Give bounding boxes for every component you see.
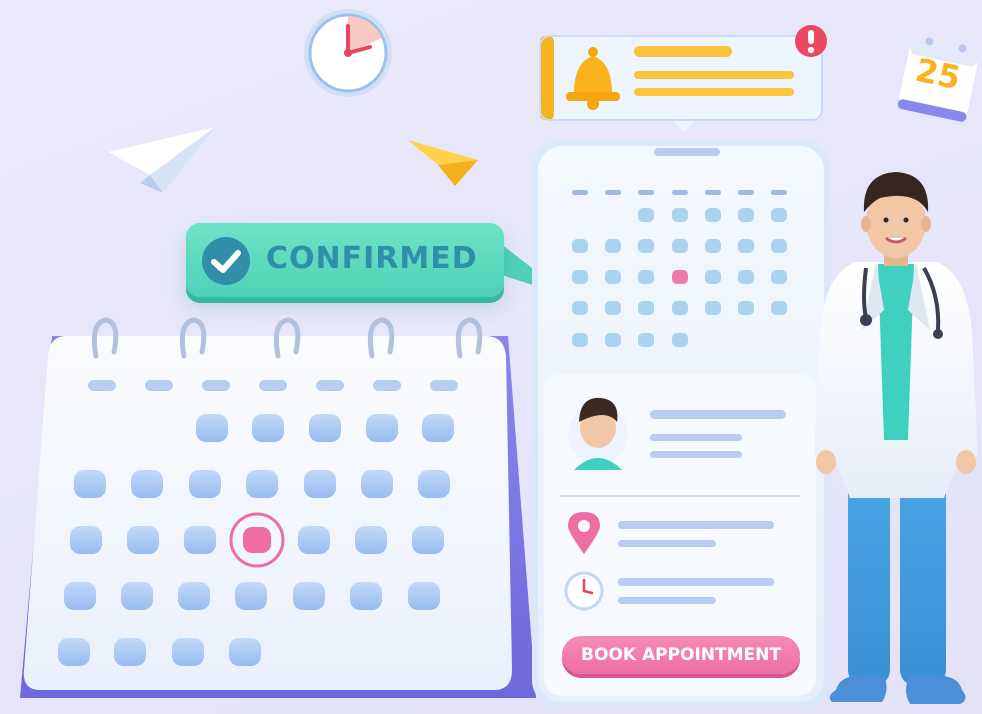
phone-day-cell bbox=[705, 270, 721, 284]
calendar-weekday-pill bbox=[259, 380, 287, 391]
calendar-day-cell bbox=[298, 526, 330, 554]
book-appointment-button[interactable]: BOOK APPOINTMENT bbox=[562, 636, 800, 674]
phone-day-cell bbox=[771, 239, 787, 253]
confirmed-label: CONFIRMED bbox=[266, 241, 478, 276]
calendar-weekday-pill bbox=[316, 380, 344, 391]
calendar-day-cell bbox=[64, 582, 96, 610]
phone-day-cell bbox=[672, 208, 688, 222]
calendar-grids bbox=[58, 190, 787, 666]
phone-day-cell bbox=[738, 208, 754, 222]
calendar-day-cell bbox=[114, 638, 146, 666]
calendar-day-cell bbox=[58, 638, 90, 666]
phone-day-cell bbox=[638, 270, 654, 284]
calendar-day-cell bbox=[309, 414, 341, 442]
phone-day-cell bbox=[705, 239, 721, 253]
calendar-day-cell bbox=[127, 526, 159, 554]
phone-weekday-pill bbox=[638, 190, 654, 195]
phone-weekday-pill bbox=[605, 190, 621, 195]
phone-weekday-pill bbox=[672, 190, 688, 195]
phone-day-cell bbox=[605, 301, 621, 315]
phone-weekday-pill bbox=[572, 190, 588, 195]
calendar-day-cell bbox=[178, 582, 210, 610]
phone-day-cell bbox=[572, 333, 588, 347]
phone-day-cell bbox=[771, 301, 787, 315]
calendar-weekday-pill bbox=[145, 380, 173, 391]
calendar-weekday-pill bbox=[88, 380, 116, 391]
phone-day-cell bbox=[638, 208, 654, 222]
calendar-day-cell bbox=[304, 470, 336, 498]
phone-weekday-pill bbox=[771, 190, 787, 195]
calendar-weekday-pill bbox=[202, 380, 230, 391]
phone-day-cell bbox=[605, 270, 621, 284]
calendar-day-cell bbox=[418, 470, 450, 498]
phone-day-cell bbox=[738, 239, 754, 253]
phone-day-cell bbox=[572, 301, 588, 315]
phone-day-cell bbox=[572, 239, 588, 253]
phone-day-cell bbox=[672, 333, 688, 347]
calendar-day-cell bbox=[235, 582, 267, 610]
phone-day-cell bbox=[771, 270, 787, 284]
calendar-day-cell bbox=[189, 470, 221, 498]
calendar-day-cell bbox=[74, 470, 106, 498]
phone-day-cell bbox=[572, 270, 588, 284]
phone-day-cell bbox=[638, 239, 654, 253]
calendar-day-cell bbox=[70, 526, 102, 554]
calendar-day-cell bbox=[366, 414, 398, 442]
calendar-day-cell bbox=[246, 470, 278, 498]
phone-day-cell bbox=[605, 333, 621, 347]
calendar-day-cell bbox=[229, 638, 261, 666]
phone-selected-day bbox=[672, 270, 688, 284]
phone-day-cell bbox=[738, 301, 754, 315]
phone-weekday-pill bbox=[705, 190, 721, 195]
calendar-day-cell bbox=[422, 414, 454, 442]
phone-day-cell bbox=[771, 208, 787, 222]
calendar-weekday-pill bbox=[430, 380, 458, 391]
selected-day-cell bbox=[243, 527, 271, 553]
calendar-day-cell bbox=[172, 638, 204, 666]
phone-weekday-pill bbox=[738, 190, 754, 195]
calendar-day-cell bbox=[196, 414, 228, 442]
phone-day-cell bbox=[605, 239, 621, 253]
calendar-day-cell bbox=[121, 582, 153, 610]
calendar-day-cell bbox=[184, 526, 216, 554]
phone-day-cell bbox=[672, 239, 688, 253]
calendar-day-cell bbox=[293, 582, 325, 610]
calendar-day-cell bbox=[131, 470, 163, 498]
phone-day-cell bbox=[738, 270, 754, 284]
calendar-day-cell bbox=[252, 414, 284, 442]
phone-day-cell bbox=[705, 301, 721, 315]
phone-day-cell bbox=[672, 301, 688, 315]
calendar-day-cell bbox=[350, 582, 382, 610]
calendar-day-cell bbox=[412, 526, 444, 554]
phone-day-cell bbox=[705, 208, 721, 222]
phone-day-cell bbox=[638, 301, 654, 315]
calendar-day-cell bbox=[408, 582, 440, 610]
confirmed-badge: CONFIRMED bbox=[186, 223, 504, 297]
phone-day-cell bbox=[638, 333, 654, 347]
calendar-day-cell bbox=[355, 526, 387, 554]
calendar-weekday-pill bbox=[373, 380, 401, 391]
check-circle-icon bbox=[202, 237, 250, 285]
calendar-day-cell bbox=[361, 470, 393, 498]
